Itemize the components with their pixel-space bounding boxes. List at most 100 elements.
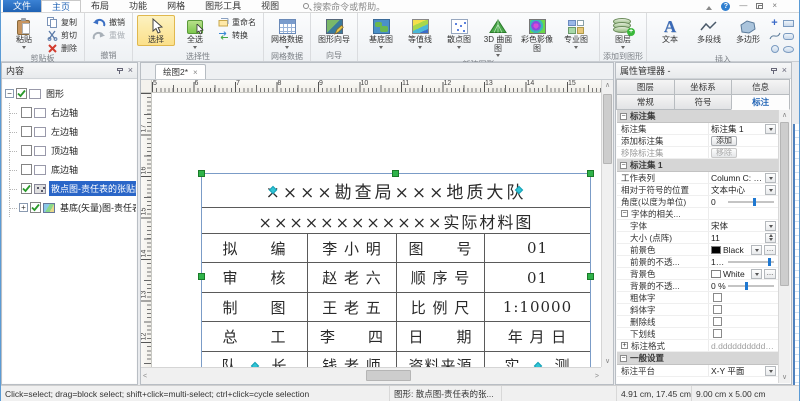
paste-button[interactable]: 粘贴 xyxy=(5,15,43,52)
delete-button[interactable]: 删除 xyxy=(44,42,80,54)
tab-map-tools[interactable]: 图形工具 xyxy=(195,0,251,12)
slider[interactable] xyxy=(728,201,774,203)
collapse-icon[interactable]: − xyxy=(621,210,628,217)
collapse-icon[interactable]: − xyxy=(620,162,627,169)
spline-polyline-button[interactable] xyxy=(768,30,781,42)
checkbox[interactable] xyxy=(713,293,722,302)
tree-item-top-axis[interactable]: 顶边轴 xyxy=(5,141,136,160)
tree-item-right-axis[interactable]: 右边轴 xyxy=(5,103,136,122)
add-annotation-set-button[interactable]: 添加 xyxy=(711,136,737,146)
visibility-checkbox[interactable] xyxy=(21,126,32,137)
layer-button[interactable]: +图层 xyxy=(604,15,642,52)
document-tab[interactable]: 绘图2* × xyxy=(155,64,206,79)
property-grid-scrollbar[interactable]: ∧ ∨ xyxy=(778,110,790,383)
circle-button[interactable] xyxy=(768,43,781,55)
expand-icon[interactable]: + xyxy=(621,342,628,349)
canvas-vertical-scrollbar[interactable]: ∧ ∨ xyxy=(601,80,613,367)
annotation-sets-section[interactable]: −标注集 xyxy=(617,110,778,123)
tab-home[interactable]: 主页 xyxy=(41,0,81,12)
dropdown-icon[interactable] xyxy=(765,221,776,231)
grid-data-button[interactable]: 网格数据 xyxy=(268,15,306,52)
checkbox[interactable] xyxy=(713,317,722,326)
remove-annotation-set-button[interactable]: 移除 xyxy=(711,148,737,158)
visibility-checkbox[interactable] xyxy=(21,164,32,175)
checkbox[interactable] xyxy=(713,305,722,314)
dropdown-icon[interactable] xyxy=(765,366,776,376)
tree-item-post-layer[interactable]: 散点图-责任表的张贴图.xls xyxy=(5,179,136,198)
undo-button[interactable]: 撤销 xyxy=(89,16,128,28)
tab-layout[interactable]: 布局 xyxy=(81,0,119,12)
scroll-up-icon[interactable]: ∧ xyxy=(602,81,613,90)
tab-view[interactable]: 视图 xyxy=(251,0,289,12)
canvas-horizontal-scrollbar[interactable]: < > xyxy=(141,367,601,384)
tab-file[interactable]: 文件 xyxy=(3,0,41,12)
ptab-labels[interactable]: 标注 xyxy=(731,94,790,110)
ptab-coordinate-system[interactable]: 坐标系 xyxy=(674,79,733,95)
ptab-info[interactable]: 信息 xyxy=(731,79,790,95)
visibility-checkbox[interactable] xyxy=(30,202,41,213)
ptab-layer[interactable]: 图层 xyxy=(616,79,675,95)
specialty-map-button[interactable]: 专业图 xyxy=(557,15,595,52)
minimize-icon[interactable]: — xyxy=(739,2,747,10)
copy-button[interactable]: 复制 xyxy=(44,16,80,28)
selection-handle[interactable] xyxy=(198,170,205,177)
dropdown-icon[interactable] xyxy=(765,173,776,183)
dropdown-icon[interactable] xyxy=(765,124,776,134)
contour-map-button[interactable]: 等值线 xyxy=(401,15,439,52)
collapse-icon[interactable]: − xyxy=(620,355,627,362)
ptab-general[interactable]: 常规 xyxy=(616,94,675,110)
ptab-symbol[interactable]: 符号 xyxy=(674,94,733,110)
spinner[interactable] xyxy=(765,233,776,243)
scroll-right-icon[interactable]: > xyxy=(595,372,599,381)
slider[interactable] xyxy=(728,285,774,287)
close-icon[interactable]: × xyxy=(128,66,133,75)
slider[interactable] xyxy=(728,261,774,263)
dropdown-icon[interactable] xyxy=(765,185,776,195)
pin-icon[interactable] xyxy=(117,68,123,74)
close-tab-icon[interactable]: × xyxy=(193,68,198,77)
expand-icon[interactable]: + xyxy=(19,203,28,212)
collapse-icon[interactable]: − xyxy=(5,89,14,98)
close-icon[interactable]: × xyxy=(772,2,777,10)
post-map-button[interactable]: 散点图 xyxy=(440,15,478,52)
collapse-icon[interactable]: − xyxy=(620,113,627,120)
tab-grids[interactable]: 网格 xyxy=(157,0,195,12)
tree-item-base-layer[interactable]: +基底(矢量)图-责任表表格.bln xyxy=(5,198,136,217)
symbol-button[interactable]: + xyxy=(768,17,781,29)
selection-handle[interactable] xyxy=(198,273,205,280)
color-relief-button[interactable]: 彩色影像图 xyxy=(518,15,556,54)
visibility-checkbox[interactable] xyxy=(21,145,32,156)
general-settings-section[interactable]: −一般设置 xyxy=(617,352,778,365)
visibility-checkbox[interactable] xyxy=(16,88,27,99)
scroll-up-icon[interactable]: ∧ xyxy=(779,111,790,120)
cut-button[interactable]: 剪切 xyxy=(44,29,80,41)
help-icon[interactable]: ? xyxy=(721,2,730,11)
selection-handle[interactable] xyxy=(587,170,594,177)
ribbon-options-icon[interactable] xyxy=(706,3,712,10)
selection-handle[interactable] xyxy=(392,170,399,177)
scroll-left-icon[interactable]: < xyxy=(143,372,147,381)
checkbox[interactable] xyxy=(713,329,722,338)
title-block-table-object[interactable]: ××××勘查局×××地质大队××××××××××××实际材料图拟 编李 小 明图… xyxy=(201,173,591,367)
search-box[interactable]: 搜索命令或帮助。 xyxy=(303,0,385,12)
map-wizard-button[interactable]: 图形向导 xyxy=(315,15,353,46)
scroll-down-icon[interactable]: ∨ xyxy=(602,357,613,366)
tree-item-bottom-axis[interactable]: 底边轴 xyxy=(5,160,136,179)
redo-button[interactable]: 重做 xyxy=(89,29,128,41)
scroll-down-icon[interactable]: ∨ xyxy=(779,373,790,382)
more-options-button[interactable]: … xyxy=(764,269,776,279)
visibility-checkbox[interactable] xyxy=(21,183,32,194)
surface-3d-button[interactable]: 3D 曲面图 xyxy=(479,15,517,60)
tree-item-map[interactable]: −图形 xyxy=(5,84,136,103)
visibility-checkbox[interactable] xyxy=(21,107,32,118)
rounded-rectangle-button[interactable] xyxy=(782,30,795,42)
select-all-button[interactable]: 全选 xyxy=(176,15,214,52)
restore-icon[interactable] xyxy=(756,3,763,9)
tree-item-left-axis[interactable]: 左边轴 xyxy=(5,122,136,141)
tab-features[interactable]: 功能 xyxy=(119,0,157,12)
more-options-button[interactable]: … xyxy=(764,245,776,255)
pin-icon[interactable] xyxy=(771,68,777,74)
dropdown-icon[interactable] xyxy=(751,269,762,279)
rename-button[interactable]: 重命名 xyxy=(215,16,259,28)
polyline-button[interactable]: 多段线 xyxy=(690,15,728,46)
